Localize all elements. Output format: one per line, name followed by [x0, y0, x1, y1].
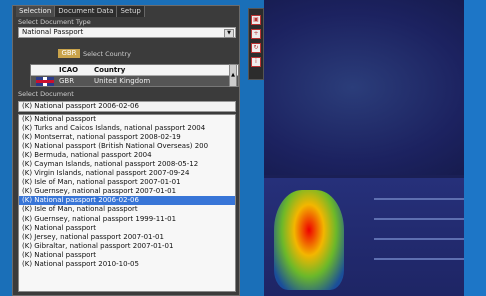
rotate-icon[interactable]: ↻ — [251, 43, 261, 53]
list-item[interactable]: (K) Isle of Man, national passport 2007-… — [19, 178, 235, 187]
document-label: Select Document — [18, 90, 74, 98]
background-strip — [464, 0, 486, 296]
country-label: Select Country — [83, 50, 131, 58]
list-item[interactable]: (K) Guernsey, national passport 1999-11-… — [19, 215, 235, 224]
passport-uv-image-top — [264, 0, 486, 175]
info-icon[interactable]: i — [251, 57, 261, 67]
passport-image-viewer — [264, 0, 486, 296]
tab-bar: Selection Document Data Setup — [16, 6, 145, 17]
country-row[interactable]: GBR United Kingdom — [31, 76, 238, 86]
tab-selection[interactable]: Selection — [16, 6, 56, 17]
chevron-down-icon[interactable]: ▼ — [224, 29, 234, 38]
document-type-select[interactable]: National Passport ▼ — [18, 27, 236, 38]
portrait-heatmap-image — [274, 190, 344, 290]
icao-column-header: ICAO — [59, 66, 79, 74]
image-view-icon[interactable]: ▣ — [251, 15, 261, 25]
country-code-chip: GBR — [58, 49, 80, 58]
country-scroll-icon[interactable]: ▲ — [229, 64, 237, 87]
country-column-header: Country — [94, 66, 126, 74]
text-line-decoration — [374, 258, 474, 260]
list-item[interactable]: (K) National passport — [19, 115, 235, 124]
document-value: (K) National passport 2006-02-06 — [22, 102, 139, 110]
zoom-icon[interactable]: + — [251, 29, 261, 39]
country-name: United Kingdom — [94, 77, 151, 85]
document-selection-panel: Selection Document Data Setup Select Doc… — [12, 5, 240, 296]
passport-uv-image-bottom — [264, 178, 486, 296]
text-line-decoration — [374, 218, 474, 220]
text-line-decoration — [374, 198, 474, 200]
document-dropdown-list[interactable]: (K) National passport (K) Turks and Caic… — [18, 114, 236, 292]
viewer-toolbar: ▣ + ↻ i — [248, 8, 264, 80]
list-item[interactable]: (K) Guernsey, national passport 2007-01-… — [19, 187, 235, 196]
tab-document-data[interactable]: Document Data — [55, 6, 118, 17]
tab-setup[interactable]: Setup — [117, 6, 145, 17]
list-item[interactable]: (K) Gibraltar, national passport 2007-01… — [19, 242, 235, 251]
list-item[interactable]: (K) Turks and Caicos Islands, national p… — [19, 124, 235, 133]
list-item[interactable]: (K) Montserrat, national passport 2008-0… — [19, 133, 235, 142]
list-item[interactable]: (K) Cayman Islands, national passport 20… — [19, 160, 235, 169]
list-item[interactable]: (K) Bermuda, national passport 2004 — [19, 151, 235, 160]
list-item[interactable]: (K) National passport 2010-10-05 — [19, 260, 235, 269]
document-type-label: Select Document Type — [18, 18, 91, 26]
list-item[interactable]: (K) Virgin Islands, national passport 20… — [19, 169, 235, 178]
country-icao: GBR — [59, 77, 75, 85]
text-line-decoration — [374, 238, 474, 240]
document-type-value: National Passport — [22, 28, 84, 36]
list-item-selected[interactable]: (K) National passport 2006-02-06 — [19, 196, 235, 206]
list-item[interactable]: (K) National passport — [19, 251, 235, 260]
country-list[interactable]: ICAO Country GBR United Kingdom — [30, 64, 239, 87]
list-item[interactable]: (K) Isle of Man, national passport — [19, 205, 235, 214]
list-item[interactable]: (K) National passport (British National … — [19, 142, 235, 151]
list-item[interactable]: (K) Jersey, national passport 2007-01-01 — [19, 233, 235, 242]
uk-flag-icon — [36, 77, 54, 86]
country-list-header: ICAO Country — [31, 65, 238, 76]
list-item[interactable]: (K) National passport — [19, 224, 235, 233]
document-select[interactable]: (K) National passport 2006-02-06 — [18, 101, 236, 112]
